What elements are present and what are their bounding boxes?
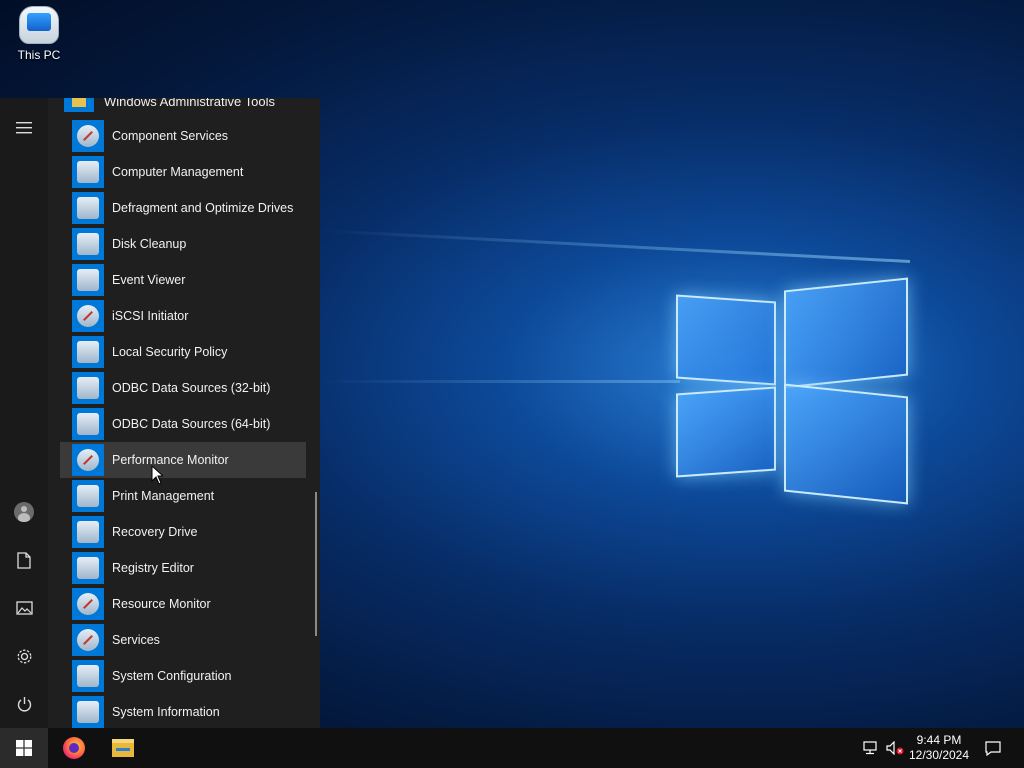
app-label: Print Management [112, 489, 215, 503]
app-odbc-data-sources-64[interactable]: ODBC Data Sources (64-bit) [60, 406, 306, 442]
registry-editor-icon [72, 552, 104, 584]
app-component-services[interactable]: Component Services [60, 118, 306, 154]
wallpaper-windows-logo [672, 262, 912, 512]
action-center-button[interactable] [978, 728, 1008, 768]
mouse-cursor-icon [151, 465, 163, 485]
app-defragment-and-optimize-drives[interactable]: Defragment and Optimize Drives [60, 190, 306, 226]
app-disk-cleanup[interactable]: Disk Cleanup [60, 226, 306, 262]
this-pc-icon [19, 6, 59, 44]
folder-icon [64, 98, 94, 112]
performance-monitor-icon [72, 444, 104, 476]
odbc-icon [72, 372, 104, 404]
app-odbc-data-sources-32[interactable]: ODBC Data Sources (32-bit) [60, 370, 306, 406]
odbc-icon [72, 408, 104, 440]
app-list-scrollbar[interactable] [315, 492, 317, 636]
firefox-icon [63, 737, 85, 759]
clock-time: 9:44 PM [916, 733, 962, 747]
app-label: Disk Cleanup [112, 237, 187, 251]
iscsi-initiator-icon [72, 300, 104, 332]
desktop-icon-label: This PC [17, 48, 61, 62]
start-rail [0, 98, 48, 728]
app-computer-management[interactable]: Computer Management [60, 154, 306, 190]
volume-tray-button[interactable] [884, 728, 906, 768]
system-configuration-icon [72, 660, 104, 692]
documents-button[interactable] [0, 540, 48, 580]
local-security-policy-icon [72, 336, 104, 368]
logo-pane [784, 383, 908, 505]
app-iscsi-initiator[interactable]: iSCSI Initiator [60, 298, 306, 334]
power-icon [17, 696, 31, 711]
app-services[interactable]: Services [60, 622, 306, 658]
computer-management-icon [72, 156, 104, 188]
app-label: Defragment and Optimize Drives [112, 201, 294, 215]
network-tray-button[interactable] [860, 728, 882, 768]
app-label: iSCSI Initiator [112, 309, 189, 323]
logo-pane [676, 294, 776, 386]
start-button[interactable] [0, 728, 48, 768]
app-label: System Configuration [112, 669, 232, 683]
services-icon [72, 624, 104, 656]
chevron-up-icon: ⌃ [288, 98, 296, 102]
user-icon [14, 502, 34, 522]
settings-icon [17, 649, 31, 663]
taskbar: 9:44 PM 12/30/2024 [0, 728, 1024, 768]
app-label: Component Services [112, 129, 229, 143]
system-information-icon [72, 696, 104, 728]
app-label: Registry Editor [112, 561, 194, 575]
file-explorer-icon [112, 739, 134, 757]
taskbar-clock[interactable]: 9:44 PM 12/30/2024 [906, 728, 972, 768]
disk-cleanup-icon [72, 228, 104, 260]
logo-pane [784, 277, 908, 389]
event-viewer-icon [72, 264, 104, 296]
app-system-configuration[interactable]: System Configuration [60, 658, 306, 694]
hamburger-button[interactable] [0, 108, 48, 148]
pictures-icon [15, 601, 33, 615]
component-services-icon [72, 120, 104, 152]
network-icon [863, 741, 877, 755]
documents-icon [17, 551, 31, 569]
group-label: Windows Administrative Tools [104, 98, 275, 109]
group-windows-administrative-tools[interactable]: Windows Administrative Tools ⌃ [64, 98, 296, 112]
app-label: Event Viewer [112, 273, 186, 287]
app-label: System Information [112, 705, 220, 719]
app-label: ODBC Data Sources (64-bit) [112, 417, 271, 431]
volume-muted-icon [886, 741, 904, 755]
taskbar-firefox[interactable] [52, 728, 96, 768]
app-label: Performance Monitor [112, 453, 229, 467]
app-label: Recovery Drive [112, 525, 198, 539]
app-label: Resource Monitor [112, 597, 211, 611]
wallpaper-light-beam [320, 380, 680, 383]
app-label: Services [112, 633, 160, 647]
app-event-viewer[interactable]: Event Viewer [60, 262, 306, 298]
action-center-icon [985, 740, 1001, 756]
resource-monitor-icon [72, 588, 104, 620]
user-account-button[interactable] [0, 492, 48, 532]
app-resource-monitor[interactable]: Resource Monitor [60, 586, 306, 622]
pictures-button[interactable] [0, 588, 48, 628]
app-recovery-drive[interactable]: Recovery Drive [60, 514, 306, 550]
power-button[interactable] [0, 684, 48, 724]
logo-pane [676, 386, 776, 478]
app-label: Computer Management [112, 165, 244, 179]
hamburger-icon [16, 122, 32, 134]
recovery-drive-icon [72, 516, 104, 548]
app-system-information[interactable]: System Information [60, 694, 306, 728]
taskbar-file-explorer[interactable] [100, 728, 146, 768]
app-local-security-policy[interactable]: Local Security Policy [60, 334, 306, 370]
app-label: Local Security Policy [112, 345, 228, 359]
windows-start-icon [16, 740, 32, 756]
start-menu: Windows Administrative Tools ⌃ Component… [0, 98, 320, 728]
app-print-management[interactable]: Print Management [60, 478, 306, 514]
app-list: Component Services Computer Management D… [60, 118, 306, 728]
defragment-icon [72, 192, 104, 224]
app-label: ODBC Data Sources (32-bit) [112, 381, 271, 395]
print-management-icon [72, 480, 104, 512]
desktop-icon-this-pc[interactable]: This PC [8, 6, 70, 62]
app-performance-monitor[interactable]: Performance Monitor [60, 442, 306, 478]
wallpaper-light-beam [320, 229, 911, 263]
clock-date: 12/30/2024 [908, 748, 970, 762]
app-registry-editor[interactable]: Registry Editor [60, 550, 306, 586]
settings-button[interactable] [0, 636, 48, 676]
